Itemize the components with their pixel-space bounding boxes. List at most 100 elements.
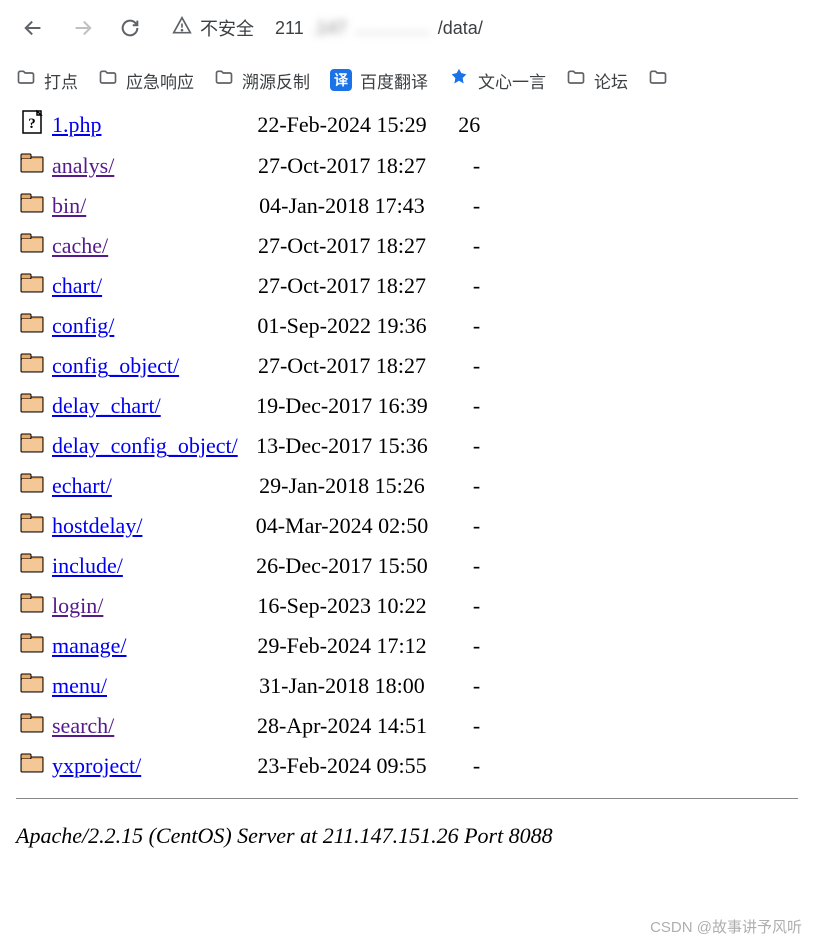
table-row: menu/31-Jan-2018 18:00- <box>16 666 488 706</box>
bookmark-item-overflow[interactable] <box>648 68 668 93</box>
url-suffix: /data/ <box>438 18 483 39</box>
folder-icon <box>16 746 48 786</box>
table-row: login/16-Sep-2023 10:22- <box>16 586 488 626</box>
table-row: delay_chart/19-Dec-2017 16:39- <box>16 386 488 426</box>
listing-date: 13-Dec-2017 15:36 <box>246 426 438 466</box>
separator <box>16 798 798 799</box>
url-blurred2: ............... <box>355 18 430 39</box>
folder-icon <box>16 186 48 226</box>
folder-icon <box>648 68 668 93</box>
listing-link[interactable]: yxproject/ <box>52 753 141 778</box>
listing-date: 27-Oct-2017 18:27 <box>246 346 438 386</box>
listing-link[interactable]: echart/ <box>52 473 112 498</box>
arrow-left-icon <box>23 17 45 39</box>
address-bar[interactable]: 不安全 211 .147 ............... /data/ <box>160 10 798 46</box>
insecure-label: 不安全 <box>200 15 254 41</box>
listing-date: 23-Feb-2024 09:55 <box>246 746 438 786</box>
listing-date: 22-Feb-2024 15:29 <box>246 104 438 146</box>
listing-link[interactable]: manage/ <box>52 633 127 658</box>
listing-link[interactable]: 1.php <box>52 112 102 137</box>
folder-icon <box>16 586 48 626</box>
table-row: delay_config_object/13-Dec-2017 15:36- <box>16 426 488 466</box>
watermark: CSDN @故事讲予风听 <box>650 916 802 937</box>
listing-size: - <box>438 346 488 386</box>
listing-table: ?1.php22-Feb-2024 15:2926analys/27-Oct-2… <box>16 104 488 786</box>
folder-icon <box>98 68 118 93</box>
listing-size: - <box>438 506 488 546</box>
listing-size: - <box>438 626 488 666</box>
folder-icon <box>16 626 48 666</box>
listing-link[interactable]: chart/ <box>52 273 102 298</box>
listing-link[interactable]: menu/ <box>52 673 107 698</box>
listing-link[interactable]: include/ <box>52 553 123 578</box>
folder-icon <box>16 146 48 186</box>
listing-date: 31-Jan-2018 18:00 <box>246 666 438 706</box>
listing-size: - <box>438 706 488 746</box>
directory-listing: ?1.php22-Feb-2024 15:2926analys/27-Oct-2… <box>0 104 814 823</box>
bookmark-label: 文心一言 <box>478 68 546 93</box>
listing-size: 26 <box>438 104 488 146</box>
bookmark-item-0[interactable]: 打点 <box>16 68 78 93</box>
bookmark-item-2[interactable]: 溯源反制 <box>214 68 310 93</box>
listing-size: - <box>438 306 488 346</box>
folder-icon <box>16 466 48 506</box>
bookmark-label: 百度翻译 <box>360 68 428 93</box>
bookmark-item-4[interactable]: 文心一言 <box>448 67 546 94</box>
listing-date: 27-Oct-2017 18:27 <box>246 146 438 186</box>
listing-size: - <box>438 586 488 626</box>
table-row: manage/29-Feb-2024 17:12- <box>16 626 488 666</box>
table-row: config_object/27-Oct-2017 18:27- <box>16 346 488 386</box>
folder-icon <box>16 266 48 306</box>
listing-date: 04-Mar-2024 02:50 <box>246 506 438 546</box>
listing-link[interactable]: analys/ <box>52 153 114 178</box>
listing-link[interactable]: login/ <box>52 593 103 618</box>
wenxin-icon <box>448 67 470 94</box>
listing-date: 29-Feb-2024 17:12 <box>246 626 438 666</box>
unknown-icon: ? <box>16 104 48 146</box>
translate-icon: 译 <box>330 69 352 91</box>
listing-link[interactable]: cache/ <box>52 233 108 258</box>
folder-icon <box>16 68 36 93</box>
folder-icon <box>16 306 48 346</box>
table-row: cache/27-Oct-2017 18:27- <box>16 226 488 266</box>
listing-size: - <box>438 146 488 186</box>
table-row: chart/27-Oct-2017 18:27- <box>16 266 488 306</box>
folder-icon <box>16 226 48 266</box>
listing-link[interactable]: delay_config_object/ <box>52 433 238 458</box>
listing-size: - <box>438 426 488 466</box>
listing-size: - <box>438 466 488 506</box>
folder-icon <box>16 706 48 746</box>
forward-button[interactable] <box>64 10 100 46</box>
url-blurred: .147 <box>312 18 347 39</box>
table-row: search/28-Apr-2024 14:51- <box>16 706 488 746</box>
table-row: analys/27-Oct-2017 18:27- <box>16 146 488 186</box>
listing-date: 28-Apr-2024 14:51 <box>246 706 438 746</box>
bookmark-item-3[interactable]: 译百度翻译 <box>330 68 428 93</box>
listing-size: - <box>438 226 488 266</box>
listing-link[interactable]: bin/ <box>52 193 86 218</box>
listing-link[interactable]: delay_chart/ <box>52 393 161 418</box>
bookmark-label: 打点 <box>44 68 78 93</box>
reload-button[interactable] <box>112 10 148 46</box>
listing-link[interactable]: search/ <box>52 713 114 738</box>
back-button[interactable] <box>16 10 52 46</box>
server-footer: Apache/2.2.15 (CentOS) Server at 211.147… <box>0 823 814 861</box>
bookmark-item-5[interactable]: 论坛 <box>566 68 628 93</box>
listing-date: 16-Sep-2023 10:22 <box>246 586 438 626</box>
folder-icon <box>16 546 48 586</box>
bookmark-item-1[interactable]: 应急响应 <box>98 68 194 93</box>
listing-date: 01-Sep-2022 19:36 <box>246 306 438 346</box>
listing-date: 26-Dec-2017 15:50 <box>246 546 438 586</box>
table-row: bin/04-Jan-2018 17:43- <box>16 186 488 226</box>
folder-icon <box>16 666 48 706</box>
insecure-icon <box>172 16 192 41</box>
listing-date: 19-Dec-2017 16:39 <box>246 386 438 426</box>
listing-date: 27-Oct-2017 18:27 <box>246 266 438 306</box>
listing-size: - <box>438 666 488 706</box>
listing-link[interactable]: config_object/ <box>52 353 179 378</box>
listing-link[interactable]: hostdelay/ <box>52 513 142 538</box>
listing-date: 29-Jan-2018 15:26 <box>246 466 438 506</box>
reload-icon <box>119 17 141 39</box>
listing-link[interactable]: config/ <box>52 313 114 338</box>
folder-icon <box>214 68 234 93</box>
